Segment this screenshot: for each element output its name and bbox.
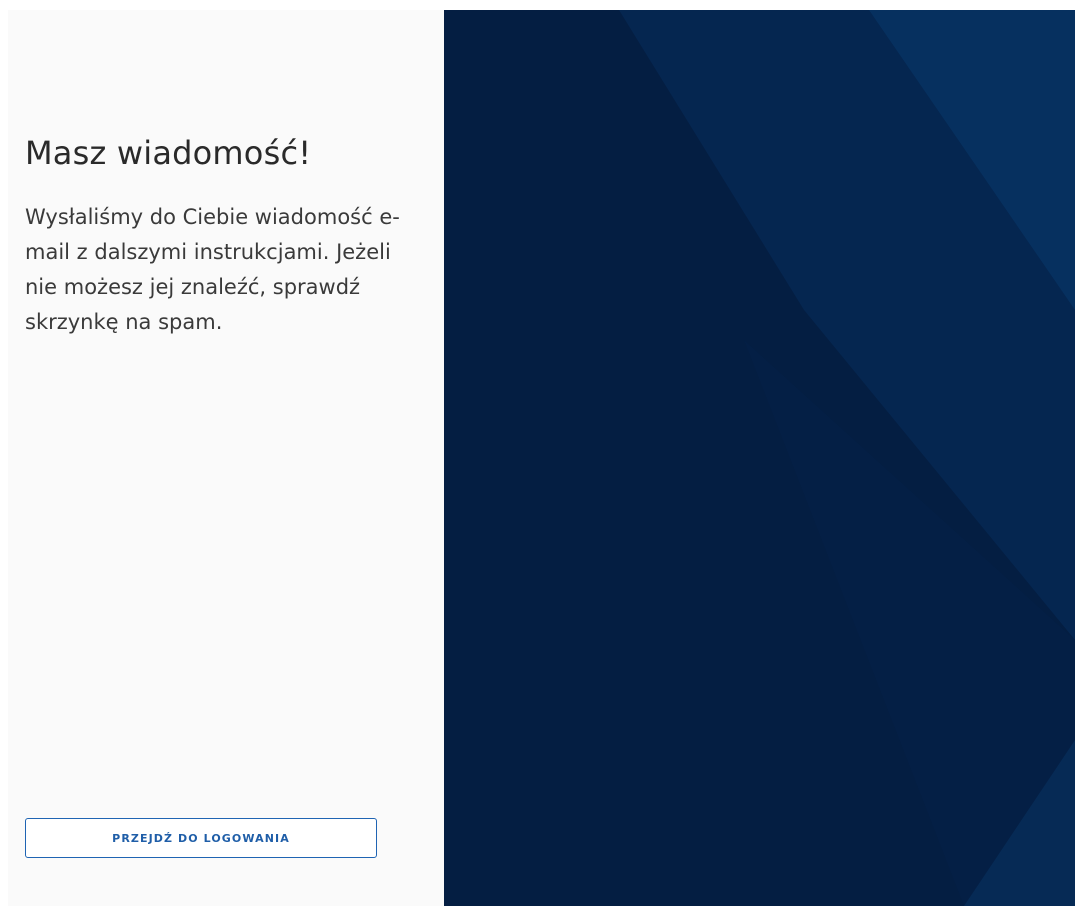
page-title: Masz wiadomość! [25,134,312,172]
instruction-message: Wysłaliśmy do Ciebie wiadomość e-mail z … [25,205,400,334]
message-panel: Masz wiadomość! Wysłaliśmy do Ciebie wia… [8,10,444,906]
decorative-background [444,10,1075,906]
geometric-background-pattern [619,10,1075,906]
page-frame: Masz wiadomość! Wysłaliśmy do Ciebie wia… [8,10,1075,906]
go-to-login-button[interactable]: PRZEJDŹ DO LOGOWANIA [25,818,377,858]
